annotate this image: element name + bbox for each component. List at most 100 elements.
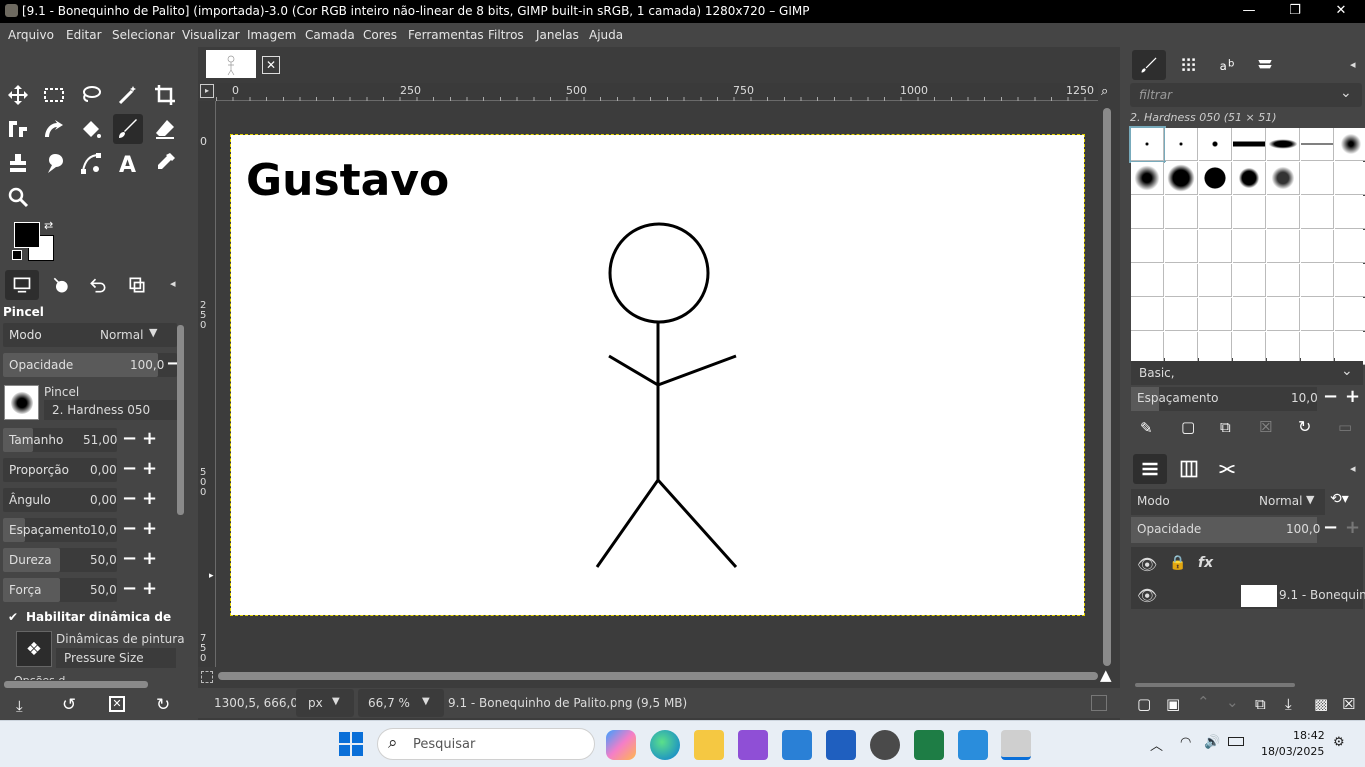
smudge-tool-icon[interactable] — [39, 148, 69, 178]
tab-undo-history[interactable] — [81, 270, 115, 300]
menu-ajuda[interactable]: Ajuda — [589, 28, 623, 42]
tab-images[interactable] — [120, 270, 154, 300]
refresh-brushes-icon[interactable]: ↻ — [1298, 417, 1311, 436]
filter-chevron-icon[interactable]: ⌄ — [1340, 85, 1352, 101]
brush-thumbnail[interactable] — [1335, 230, 1365, 263]
spacing-plus-icon[interactable]: + — [142, 518, 157, 539]
lock-header-icon[interactable]: 🔒 — [1169, 555, 1186, 571]
delete-options-icon[interactable]: ✕ — [109, 696, 125, 712]
brush-thumbnail[interactable] — [1233, 196, 1266, 229]
volume-icon[interactable]: 🔊 — [1204, 735, 1220, 750]
visual-studio-icon[interactable] — [738, 730, 768, 760]
word-icon[interactable] — [826, 730, 856, 760]
edge-icon[interactable] — [650, 730, 680, 760]
lower-layer-icon[interactable]: ⌄ — [1226, 693, 1239, 711]
tab-brushes[interactable] — [1132, 50, 1166, 80]
menu-editar[interactable]: Editar — [66, 28, 102, 42]
brush-thumbnail[interactable] — [1131, 162, 1164, 195]
brush-filter-field[interactable]: filtrar ⌄ — [1130, 83, 1362, 107]
save-options-icon[interactable]: ⤓ — [16, 697, 23, 715]
color-picker-tool-icon[interactable] — [150, 148, 180, 178]
dynamics-field[interactable]: Pressure Size — [56, 648, 176, 668]
brush-thumbnail[interactable] — [1233, 298, 1266, 331]
menu-camada[interactable]: Camada — [305, 28, 355, 42]
zoom-select[interactable]: 66,7 % ▼ — [358, 689, 444, 717]
file-explorer-icon[interactable] — [694, 730, 724, 760]
dynamics-icon[interactable]: ❖ — [16, 631, 52, 667]
brush-name-field[interactable]: 2. Hardness 050 — [44, 400, 178, 420]
brush-thumbnail[interactable] — [1301, 196, 1334, 229]
brush-thumbnail[interactable] — [1301, 162, 1334, 195]
restore-options-icon[interactable]: ↺ — [62, 695, 76, 715]
layer-visibility-icon[interactable]: 👁 — [1137, 586, 1157, 605]
navigate-icon[interactable]: ▲ — [1100, 666, 1112, 684]
menu-janelas[interactable]: Janelas — [536, 28, 579, 42]
brush-thumbnail[interactable] — [1131, 298, 1164, 331]
brush-spacing-plus-icon[interactable]: + — [1345, 386, 1360, 407]
brush-thumbnail[interactable] — [1199, 162, 1232, 195]
vscode-icon[interactable] — [958, 730, 988, 760]
delete-brush-icon[interactable]: ☒ — [1259, 418, 1272, 436]
force-minus-icon[interactable]: − — [122, 578, 137, 599]
brush-thumbnail[interactable] — [1131, 196, 1164, 229]
unified-transform-tool-icon[interactable] — [3, 114, 33, 144]
image-tab-thumbnail[interactable] — [206, 50, 256, 78]
clock-time[interactable]: 18:42 — [1293, 729, 1325, 742]
move-tool-icon[interactable] — [3, 80, 33, 110]
bucket-fill-tool-icon[interactable] — [76, 114, 106, 144]
new-layer-icon[interactable]: ▢ — [1137, 695, 1151, 713]
zoom-image-icon[interactable]: ⌕ — [1101, 84, 1108, 99]
crop-tool-icon[interactable] — [150, 80, 180, 110]
brush-thumbnail[interactable] — [1165, 230, 1198, 263]
brush-tag-field[interactable]: Basic, ⌄ — [1131, 361, 1363, 385]
angle-minus-icon[interactable]: − — [122, 488, 137, 509]
image-canvas[interactable]: Gustavo — [230, 134, 1085, 616]
hardness-minus-icon[interactable]: − — [122, 548, 137, 569]
angle-row[interactable]: Ângulo 0,00 — [3, 488, 117, 512]
swap-colors-icon[interactable]: ⇄ — [44, 219, 53, 232]
brush-thumbnail[interactable] — [1131, 230, 1164, 263]
duplicate-brush-icon[interactable]: ⧉ — [1220, 418, 1231, 436]
canvas-horizontal-scrollbar[interactable] — [218, 672, 1098, 680]
brush-spacing-minus-icon[interactable]: − — [1323, 386, 1338, 407]
fuzzy-select-tool-icon[interactable] — [113, 80, 143, 110]
text-tool-icon[interactable]: A — [113, 148, 143, 178]
size-plus-icon[interactable]: + — [142, 428, 157, 449]
angle-plus-icon[interactable]: + — [142, 488, 157, 509]
menu-filtros[interactable]: Filtros — [488, 28, 524, 42]
minimize-button[interactable]: — — [1226, 0, 1272, 23]
menu-arquivo[interactable]: Arquivo — [8, 28, 54, 42]
brush-thumbnail[interactable] — [1267, 298, 1300, 331]
aspect-plus-icon[interactable]: + — [142, 458, 157, 479]
brush-thumbnail[interactable] — [1267, 196, 1300, 229]
brush-thumbnail[interactable] — [1267, 128, 1300, 161]
tool-options-scrollbar[interactable] — [177, 325, 184, 515]
toggle-quickmask-icon[interactable] — [201, 671, 213, 683]
layer-opacity-minus-icon[interactable]: − — [1323, 517, 1338, 538]
brush-thumbnail[interactable] — [1335, 298, 1365, 331]
canvas-vertical-scrollbar[interactable] — [1103, 108, 1111, 666]
brush-thumbnail[interactable] — [1233, 264, 1266, 297]
excel-icon[interactable] — [914, 730, 944, 760]
layers-dock-menu-icon[interactable]: ◂ — [1350, 462, 1356, 475]
close-button[interactable]: ✕ — [1318, 0, 1364, 23]
brush-thumbnail[interactable] — [1301, 230, 1334, 263]
brush-thumbnail[interactable] — [1165, 264, 1198, 297]
default-colors-icon[interactable] — [12, 250, 22, 260]
notifications-icon[interactable]: ⚙ — [1333, 735, 1345, 750]
close-image-tab-icon[interactable]: ✕ — [262, 56, 280, 74]
menu-imagem[interactable]: Imagem — [247, 28, 296, 42]
size-minus-icon[interactable]: − — [122, 428, 137, 449]
effects-header-icon[interactable]: fx — [1198, 555, 1213, 571]
tab-fonts[interactable]: ab — [1211, 50, 1245, 80]
brush-thumbnail[interactable] — [1233, 128, 1266, 161]
menu-cores[interactable]: Cores — [363, 28, 397, 42]
tab-layers[interactable] — [1133, 454, 1167, 484]
clone-tool-icon[interactable] — [3, 148, 33, 178]
brush-thumbnail[interactable] — [1131, 264, 1164, 297]
aspect-minus-icon[interactable]: − — [122, 458, 137, 479]
new-layer-group-icon[interactable]: ▣ — [1166, 695, 1180, 713]
dynamics-checkbox[interactable]: ✔ — [8, 611, 21, 624]
brush-thumbnail[interactable] — [1199, 264, 1232, 297]
aspect-row[interactable]: Proporção 0,00 — [3, 458, 117, 482]
